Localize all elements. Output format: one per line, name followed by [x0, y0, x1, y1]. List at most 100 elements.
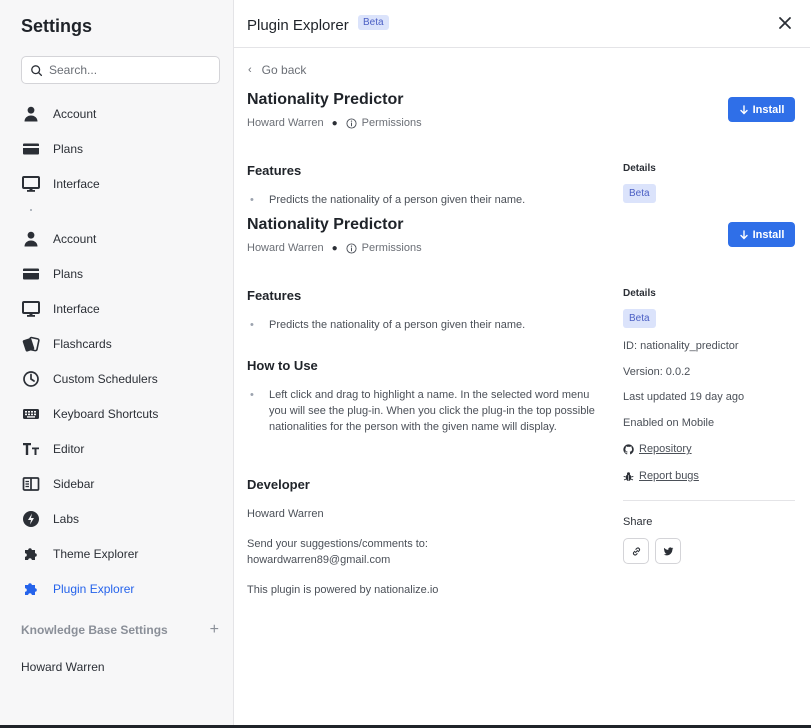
install-label: Install: [752, 103, 785, 116]
plugin-name: Nationality Predictor: [247, 91, 404, 108]
puzzle-icon: [21, 544, 41, 564]
bug-icon: [623, 471, 634, 481]
sidebar-item-label: Plugin Explorer: [53, 582, 135, 596]
details-heading: Details: [623, 288, 656, 299]
sidebar-item-label: Editor: [53, 442, 85, 456]
sidebar-item-label: Flashcards: [53, 337, 112, 351]
arrow-down-icon: [739, 229, 748, 239]
link-icon: [632, 546, 640, 556]
sidebar-item-account[interactable]: Account: [21, 228, 221, 250]
details-beta-badge: Beta: [623, 309, 656, 328]
sidebar-item-account[interactable]: Account: [21, 103, 221, 125]
permissions-link[interactable]: Permissions: [362, 242, 422, 254]
twitter-share-button[interactable]: [655, 538, 681, 564]
how-to-use-heading: How to Use: [247, 358, 318, 373]
details-divider: [623, 500, 795, 501]
plugin-meta: Howard Warren ● Permissions: [247, 117, 422, 129]
arrow-down-icon: [739, 104, 748, 114]
author-name: Howard Warren: [247, 242, 324, 254]
sidebar-item-custom-schedulers[interactable]: Custom Schedulers: [21, 368, 221, 390]
card-icon: [21, 264, 41, 284]
add-knowledge-base-button[interactable]: +: [210, 622, 219, 638]
sidebar-item-label: Plans: [53, 142, 84, 156]
how-to-use-item: Left click and drag to highlight a name.…: [250, 387, 595, 435]
kb-section-label: Knowledge Base Settings: [21, 623, 168, 637]
sidebar-icon: [21, 474, 41, 494]
sidebar-item-plugin-explorer[interactable]: Plugin Explorer: [21, 578, 221, 600]
info-icon: [346, 117, 357, 129]
developer-name: Howard Warren: [247, 508, 324, 520]
plugin-detail-panel: Plugin Explorer Beta ‹ Go back Nationali…: [234, 0, 810, 728]
person-icon: [21, 229, 41, 249]
report-bugs-link[interactable]: Report bugs: [623, 470, 699, 482]
sidebar-item-label: Theme Explorer: [53, 547, 139, 561]
install-button[interactable]: Install: [728, 222, 795, 247]
features-heading: Features: [247, 163, 302, 178]
separator-dot: [30, 209, 32, 211]
search-input[interactable]: [49, 63, 209, 77]
search-box[interactable]: [21, 56, 220, 84]
install-button[interactable]: Install: [728, 97, 795, 122]
close-icon[interactable]: [777, 15, 793, 31]
go-back-link[interactable]: ‹ Go back: [248, 63, 306, 77]
go-back-label: Go back: [261, 63, 307, 77]
sidebar-item-plans[interactable]: Plans: [21, 263, 221, 285]
mobile-status: Enabled on Mobile: [623, 417, 715, 429]
suggestions-text: Send your suggestions/comments to:: [247, 538, 428, 550]
twitter-icon: [663, 546, 673, 555]
repository-link[interactable]: Repository: [623, 443, 692, 455]
sidebar-item-label: Labs: [53, 512, 80, 526]
last-updated: Last updated 19 day ago: [623, 391, 745, 403]
plugin-name: Nationality Predictor: [247, 216, 404, 233]
plugin-id: ID: nationality_predictor: [623, 340, 739, 352]
search-icon: [31, 64, 43, 76]
card-icon: [21, 139, 41, 159]
sidebar-item-flashcards[interactable]: Flashcards: [21, 333, 221, 355]
feature-item: Predicts the nationality of a person giv…: [250, 192, 525, 208]
monitor-icon: [21, 174, 41, 194]
settings-sidebar: Settings Account Plans Interface Account…: [0, 0, 234, 728]
author-name: Howard Warren: [247, 117, 324, 129]
settings-window: Settings Account Plans Interface Account…: [0, 0, 811, 728]
repository-label: Repository: [639, 443, 692, 455]
monitor-icon: [21, 299, 41, 319]
details-heading: Details: [623, 163, 656, 174]
details-beta-badge: Beta: [623, 184, 656, 203]
plugin-version: Version: 0.0.2: [623, 366, 691, 378]
powered-by-text: This plugin is powered by nationalize.io: [247, 584, 439, 596]
sidebar-item-sidebar[interactable]: Sidebar: [21, 473, 221, 495]
sidebar-item-keyboard-shortcuts[interactable]: Keyboard Shortcuts: [21, 403, 221, 425]
report-bugs-label: Report bugs: [639, 470, 699, 482]
sidebar-item-editor[interactable]: Editor: [21, 438, 221, 460]
sidebar-item-labs[interactable]: Labs: [21, 508, 221, 530]
features-heading: Features: [247, 288, 302, 303]
sidebar-item-label: Sidebar: [53, 477, 95, 491]
developer-heading: Developer: [247, 477, 310, 492]
kb-user-item[interactable]: Howard Warren: [21, 660, 105, 674]
beta-badge: Beta: [358, 15, 389, 30]
person-icon: [21, 104, 41, 124]
plugin-meta: Howard Warren ● Permissions: [247, 242, 422, 254]
chevron-left-icon: ‹: [248, 64, 252, 76]
permissions-link[interactable]: Permissions: [362, 117, 422, 129]
sidebar-item-theme-explorer[interactable]: Theme Explorer: [21, 543, 221, 565]
sidebar-item-interface[interactable]: Interface: [21, 298, 221, 320]
developer-email: howardwarren89@gmail.com: [247, 554, 391, 566]
copy-link-button[interactable]: [623, 538, 649, 564]
clock-icon: [21, 369, 41, 389]
sidebar-item-plans[interactable]: Plans: [21, 138, 221, 160]
sidebar-item-label: Plans: [53, 267, 84, 281]
sidebar-item-interface[interactable]: Interface: [21, 173, 221, 195]
bolt-icon: [21, 509, 41, 529]
sidebar-item-label: Interface: [53, 177, 100, 191]
meta-bullet: ●: [331, 117, 338, 129]
sidebar-item-label: Interface: [53, 302, 100, 316]
sidebar-item-label: Keyboard Shortcuts: [53, 407, 159, 421]
info-icon: [346, 242, 357, 254]
keyboard-icon: [21, 404, 41, 424]
share-heading: Share: [623, 516, 653, 528]
sidebar-title: Settings: [21, 16, 93, 36]
page-title: Plugin Explorer: [247, 17, 349, 34]
knowledge-base-settings-header: Knowledge Base Settings +: [21, 622, 219, 638]
install-label: Install: [752, 228, 785, 241]
